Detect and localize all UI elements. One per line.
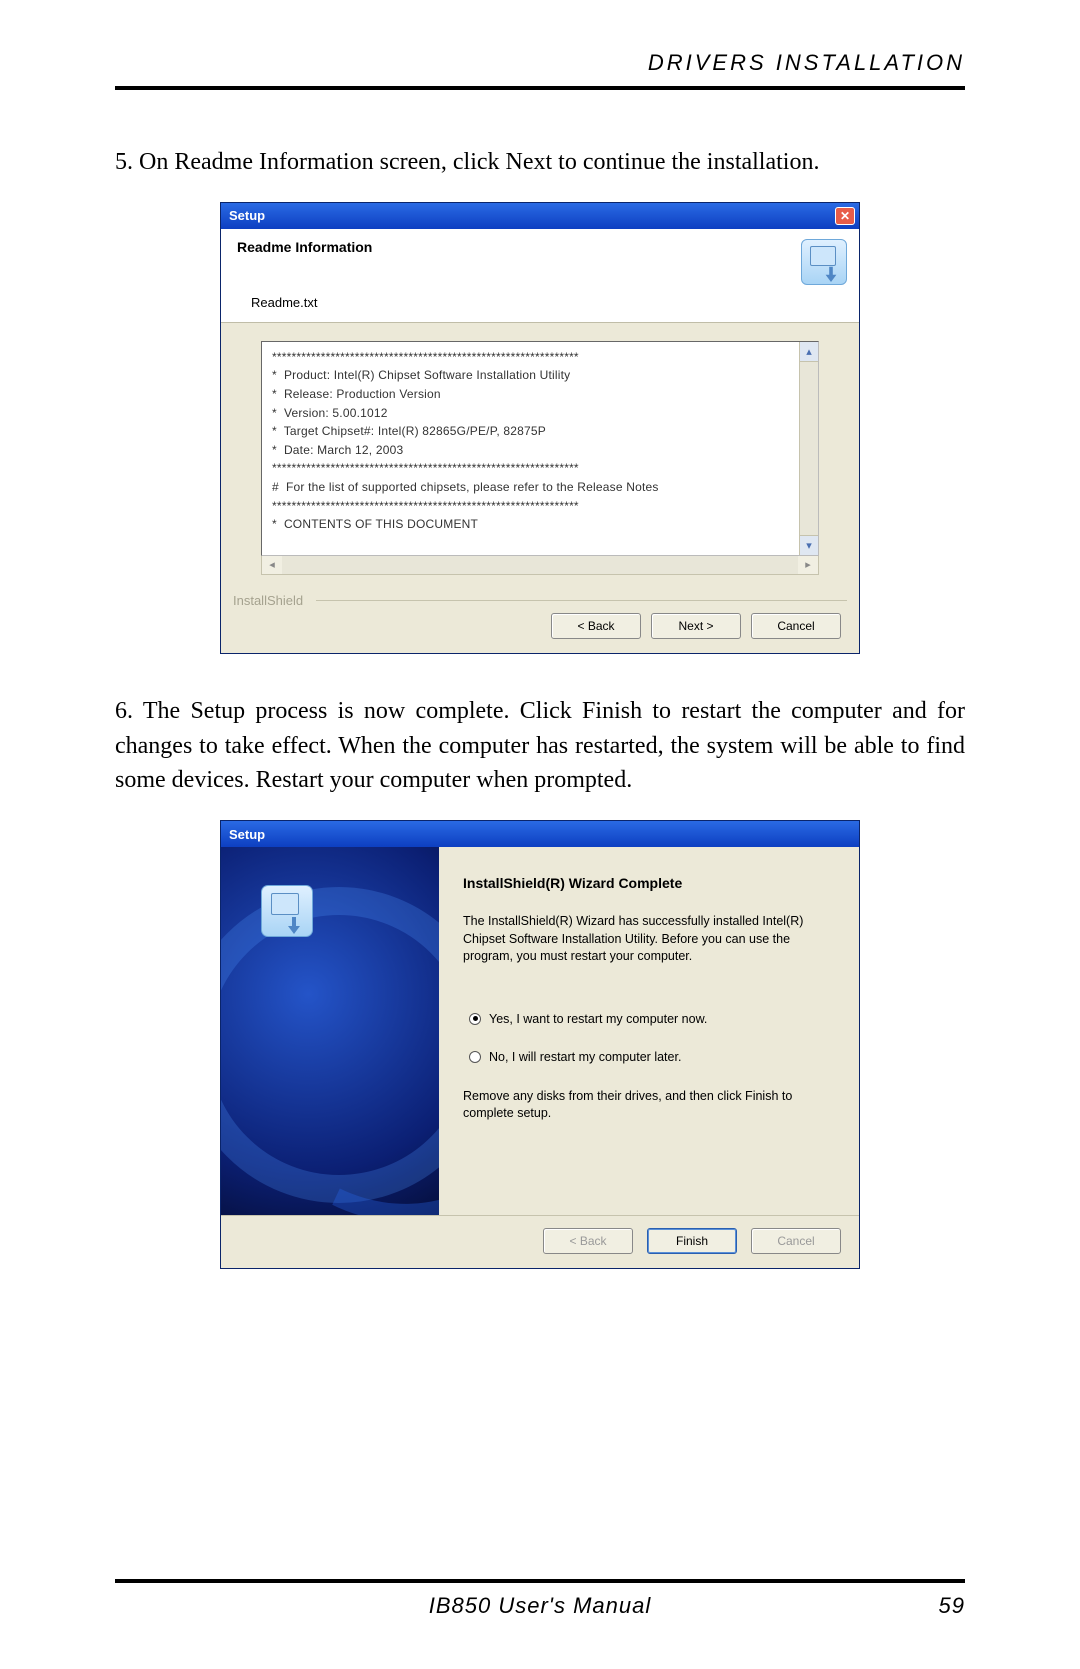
readme-line: * Product: Intel(R) Chipset Software Ins… (272, 366, 789, 385)
option-label: No, I will restart my computer later. (489, 1050, 681, 1064)
radio-icon[interactable] (469, 1051, 481, 1063)
section-header: DRIVERS INSTALLATION (115, 50, 965, 76)
cancel-button: Cancel (751, 1228, 841, 1254)
wizard-complete-heading: InstallShield(R) Wizard Complete (463, 875, 835, 891)
back-button[interactable]: < Back (551, 613, 641, 639)
wizard-complete-text: The InstallShield(R) Wizard has successf… (463, 913, 835, 966)
radio-icon[interactable] (469, 1013, 481, 1025)
installer-icon (801, 239, 847, 285)
dialog-header: Readme Information Readme.txt (221, 229, 859, 323)
finish-dialog: Setup InstallShield(R) Wizard Complete T… (220, 820, 860, 1269)
readme-line: * Target Chipset#: Intel(R) 82865G/PE/P,… (272, 422, 789, 441)
scroll-right-icon[interactable]: ▸ (798, 556, 818, 574)
wizard-graphic (221, 847, 439, 1215)
dialog-heading: Readme Information (237, 239, 793, 255)
brand-label: InstallShield (233, 593, 303, 608)
readme-line: ****************************************… (272, 459, 789, 478)
readme-line: * CONTENTS OF THIS DOCUMENT (272, 515, 789, 534)
finish-note: Remove any disks from their drives, and … (463, 1088, 835, 1123)
readme-line: * Release: Production Version (272, 385, 789, 404)
option-label: Yes, I want to restart my computer now. (489, 1012, 707, 1026)
step-6-text: 6. The Setup process is now complete. Cl… (115, 694, 965, 798)
manual-title: IB850 User's Manual (175, 1593, 905, 1619)
dialog-title: Setup (229, 208, 835, 223)
readme-line: ****************************************… (272, 348, 789, 367)
back-button: < Back (543, 1228, 633, 1254)
titlebar: Setup ✕ (221, 203, 859, 229)
bottom-rule (115, 1579, 965, 1583)
scroll-down-icon[interactable]: ▾ (800, 535, 818, 555)
page-number: 59 (905, 1593, 965, 1619)
close-icon[interactable]: ✕ (835, 207, 855, 225)
readme-textarea[interactable]: ****************************************… (261, 341, 819, 556)
next-button[interactable]: Next > (651, 613, 741, 639)
readme-dialog: Setup ✕ Readme Information Readme.txt **… (220, 202, 860, 654)
dialog-title: Setup (229, 827, 855, 842)
readme-line: # For the list of supported chipsets, pl… (272, 478, 789, 497)
scroll-left-icon[interactable]: ◂ (262, 556, 282, 574)
readme-line: * Date: March 12, 2003 (272, 441, 789, 460)
installer-icon (261, 885, 313, 937)
finish-button[interactable]: Finish (647, 1228, 737, 1254)
dialog-subheading: Readme.txt (237, 295, 793, 310)
restart-later-option[interactable]: No, I will restart my computer later. (469, 1050, 835, 1064)
top-rule (115, 86, 965, 90)
vertical-scrollbar[interactable]: ▴ ▾ (799, 342, 818, 555)
scroll-up-icon[interactable]: ▴ (800, 342, 818, 362)
readme-line: * Version: 5.00.1012 (272, 404, 789, 423)
titlebar: Setup (221, 821, 859, 847)
cancel-button[interactable]: Cancel (751, 613, 841, 639)
restart-now-option[interactable]: Yes, I want to restart my computer now. (469, 1012, 835, 1026)
readme-line: ****************************************… (272, 497, 789, 516)
horizontal-scrollbar[interactable]: ◂ ▸ (261, 556, 819, 575)
step-5-text: 5. On Readme Information screen, click N… (115, 145, 965, 180)
